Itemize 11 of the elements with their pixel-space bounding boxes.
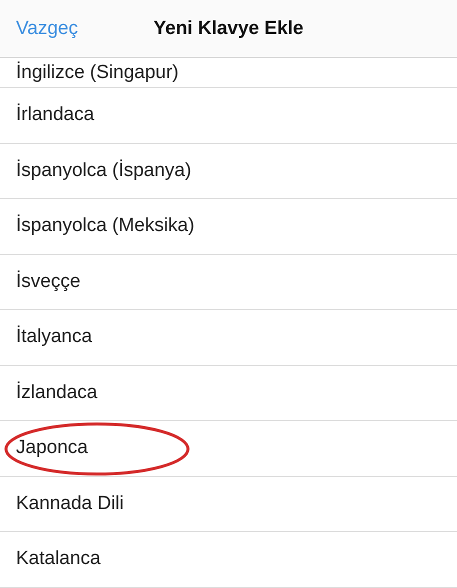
language-row[interactable]: İrlandaca (0, 88, 457, 144)
language-row[interactable]: Japonca (0, 421, 457, 476)
language-row[interactable]: İngilizce (Singapur) (0, 58, 457, 88)
language-row[interactable]: İspanyolca (Meksika) (0, 199, 457, 254)
language-row[interactable]: İzlandaca (0, 366, 457, 421)
language-row[interactable]: Katalanca (0, 532, 457, 588)
language-row[interactable]: Kannada Dili (0, 476, 457, 532)
language-row[interactable]: İtalyanca (0, 310, 457, 366)
screen-title: Yeni Klavye Ekle (154, 18, 304, 40)
language-row[interactable]: İsveççe (0, 254, 457, 310)
language-row[interactable]: İspanyolca (İspanya) (0, 144, 457, 199)
